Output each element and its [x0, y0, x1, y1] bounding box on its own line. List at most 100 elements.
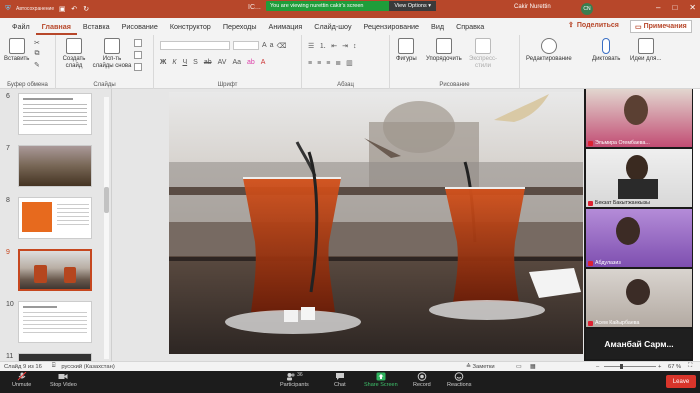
shield-icon[interactable]: ⛨	[4, 5, 12, 13]
underline-icon[interactable]: Ч	[182, 59, 187, 66]
tab-draw[interactable]: Рисование	[116, 18, 164, 35]
align-center-icon[interactable]: ≡	[317, 60, 321, 67]
dictate-button[interactable]: Диктовать	[592, 38, 620, 63]
justify-icon[interactable]: ≣	[335, 59, 341, 67]
editing-button[interactable]: Редактирование	[526, 38, 572, 63]
sorter-view-icon[interactable]: ▦	[530, 364, 535, 370]
slide-thumbnail-9[interactable]	[18, 249, 92, 291]
slide-thumbnail-10[interactable]	[18, 301, 92, 343]
italic-icon[interactable]: К	[172, 59, 176, 66]
cut-icon[interactable]: ✂	[34, 39, 40, 47]
clear-format-icon[interactable]: ⌫	[277, 42, 287, 50]
participant-tile[interactable]: Асем Кайырбаева	[586, 269, 692, 327]
slide-thumbnail-7[interactable]	[18, 145, 92, 187]
maximize-icon[interactable]: □	[672, 3, 677, 12]
stop-video-button[interactable]: Stop Video	[50, 372, 77, 388]
share-screen-button[interactable]: Share Screen	[364, 372, 398, 388]
language-label[interactable]: русский (Казахстан)	[61, 364, 114, 370]
record-button[interactable]: Record	[413, 372, 431, 388]
design-ideas-button[interactable]: Идеи для...	[630, 38, 661, 63]
slide-thumbnail-8[interactable]	[18, 197, 92, 239]
save-icon[interactable]: ▣	[58, 5, 66, 13]
align-left-icon[interactable]: ≡	[308, 60, 312, 67]
unmute-button[interactable]: Unmute	[12, 372, 31, 388]
tab-slideshow[interactable]: Слайд-шоу	[308, 18, 357, 35]
tab-insert[interactable]: Вставка	[77, 18, 116, 35]
slide-photo-tea-glasses[interactable]	[169, 92, 583, 354]
strikethrough-icon[interactable]: ab	[204, 59, 212, 66]
tab-design[interactable]: Конструктор	[164, 18, 217, 35]
line-spacing-icon[interactable]: ↕	[353, 43, 357, 50]
record-icon	[417, 372, 427, 381]
shrink-font-icon[interactable]: a	[270, 42, 274, 49]
zoom-out-icon[interactable]: –	[596, 364, 599, 370]
minimize-icon[interactable]: –	[656, 3, 660, 12]
layout-icon[interactable]	[134, 39, 142, 47]
redo-icon[interactable]: ↻	[82, 5, 90, 13]
participant-tile[interactable]: Абдулазиз	[586, 209, 692, 267]
zoom-slider[interactable]	[604, 366, 656, 367]
tab-view[interactable]: Вид	[425, 18, 450, 35]
slide-thumbnail-11[interactable]	[18, 353, 92, 361]
numbering-icon[interactable]: ⒈	[319, 41, 326, 51]
spacing-icon[interactable]: AV	[218, 59, 227, 66]
section-icon[interactable]	[134, 63, 142, 71]
format-painter-icon[interactable]: ✎	[34, 61, 40, 69]
user-name[interactable]: Cakir Nurettin	[514, 4, 551, 10]
shadow-icon[interactable]: S	[193, 59, 198, 66]
bullets-icon[interactable]: ☰	[308, 42, 314, 50]
avatar[interactable]: CN	[581, 3, 593, 15]
participant-tile[interactable]: Эльмира Огембаева...	[586, 89, 692, 147]
participant-tile[interactable]: Бекзат Бакытжанкызы	[586, 149, 692, 207]
leave-button[interactable]: Leave	[666, 375, 696, 388]
tab-animations[interactable]: Анимация	[263, 18, 309, 35]
chat-button[interactable]: Chat	[334, 372, 346, 388]
paste-button[interactable]: Вставить	[4, 38, 29, 63]
reset-icon[interactable]	[134, 51, 142, 59]
align-right-icon[interactable]: ≡	[326, 60, 330, 67]
zoom-level[interactable]: 67 %	[668, 364, 681, 370]
font-family-select[interactable]	[160, 41, 230, 50]
slide-canvas	[112, 89, 584, 361]
participant-tile[interactable]: Аманбай Сарм...	[586, 329, 692, 359]
close-icon[interactable]: ✕	[689, 3, 696, 12]
tab-transitions[interactable]: Переходы	[217, 18, 263, 35]
arrange-button[interactable]: Упорядочить	[426, 38, 462, 63]
notes-button[interactable]: ≙ Заметки	[466, 364, 495, 370]
share-button[interactable]: ⇪ Поделиться	[568, 21, 619, 30]
new-slide-button[interactable]: Создать слайд	[60, 38, 88, 70]
case-icon[interactable]: Aa	[232, 59, 241, 66]
shapes-button[interactable]: Фигуры	[396, 38, 417, 63]
reactions-button[interactable]: Reactions	[447, 372, 471, 388]
autosave-label[interactable]: Автосохранение	[16, 6, 54, 12]
zoom-slider-thumb[interactable]	[620, 364, 623, 369]
copy-icon[interactable]: ⧉	[34, 50, 39, 58]
ribbon: Вставить ✂ ⧉ ✎ Буфер обмена Создать слай…	[0, 35, 700, 89]
columns-icon[interactable]: ▥	[346, 59, 353, 67]
tab-home[interactable]: Главная	[35, 18, 77, 35]
undo-icon[interactable]: ↶	[70, 5, 78, 13]
decrease-indent-icon[interactable]: ⇤	[331, 42, 337, 50]
view-options-button[interactable]: View Options ▾	[389, 1, 436, 11]
highlight-icon[interactable]: ab	[247, 59, 255, 66]
participants-button[interactable]: 36 Participants	[280, 372, 309, 388]
grow-font-icon[interactable]: A	[262, 42, 267, 49]
spellcheck-icon[interactable]: ⌸	[52, 363, 55, 370]
tab-help[interactable]: Справка	[450, 18, 490, 35]
tab-review[interactable]: Рецензирование	[358, 18, 426, 35]
comments-button[interactable]: ▭ Примечания	[630, 20, 692, 33]
scrollbar-thumb[interactable]	[104, 187, 109, 213]
reuse-slides-button[interactable]: Исп-ть слайды снова	[92, 38, 132, 70]
normal-view-icon[interactable]: ▭	[516, 364, 521, 370]
slide-thumbnail-6[interactable]	[18, 93, 92, 135]
font-size-select[interactable]	[233, 41, 259, 50]
thumbnail-scrollbar[interactable]	[104, 97, 109, 359]
increase-indent-icon[interactable]: ⇥	[342, 42, 348, 50]
quick-styles-button[interactable]: Экспресс-стили	[466, 38, 500, 70]
bold-icon[interactable]: Ж	[160, 59, 166, 66]
mic-muted-icon	[588, 140, 593, 146]
tab-file[interactable]: Файл	[6, 18, 36, 35]
fit-slide-icon[interactable]: ⛶	[688, 363, 692, 370]
zoom-in-icon[interactable]: +	[658, 364, 661, 370]
font-color-icon[interactable]: A	[261, 59, 266, 66]
